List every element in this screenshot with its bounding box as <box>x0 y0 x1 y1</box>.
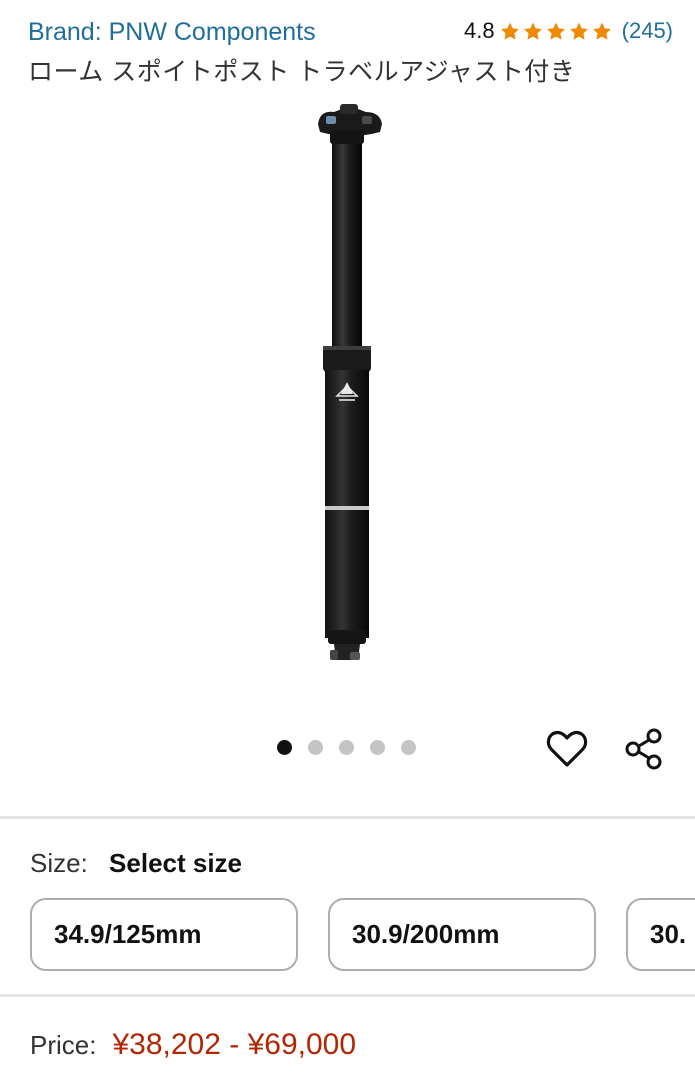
price-row: Price: ¥38,202 - ¥69,000 <box>30 1028 356 1062</box>
carousel-dot[interactable] <box>401 740 416 755</box>
carousel-dot[interactable] <box>277 740 292 755</box>
review-count[interactable]: (245) <box>622 18 673 44</box>
carousel-dot[interactable] <box>370 740 385 755</box>
star-icon <box>546 22 565 40</box>
rating-summary[interactable]: 4.8 (245) <box>464 18 673 44</box>
rating-value: 4.8 <box>464 18 495 43</box>
product-image[interactable] <box>290 100 410 670</box>
star-icon <box>500 22 519 40</box>
size-option[interactable]: 30. <box>626 898 695 971</box>
rating-stars <box>499 21 614 42</box>
product-detail-page: Brand: PNW Components 4.8 (245) ローム スポイト… <box>0 0 695 1080</box>
carousel-dot[interactable] <box>308 740 323 755</box>
wishlist-button[interactable] <box>543 725 591 773</box>
product-title: ローム スポイトポスト トラベルアジャスト付き <box>28 58 576 86</box>
star-icon <box>523 22 542 40</box>
size-option[interactable]: 30.9/200mm <box>328 898 596 971</box>
product-header: Brand: PNW Components 4.8 (245) <box>28 14 673 50</box>
size-selected-value: Select size <box>109 848 243 878</box>
size-selector-row: Size: Select size <box>30 848 242 879</box>
section-divider <box>0 816 695 819</box>
price-label: Price: <box>30 1030 97 1060</box>
heart-icon <box>546 730 588 767</box>
size-label: Size: <box>30 848 88 878</box>
size-options: 34.9/125mm 30.9/200mm 30. <box>30 898 695 974</box>
price-value: ¥38,202 - ¥69,000 <box>112 1028 357 1061</box>
share-button[interactable] <box>620 725 668 773</box>
brand-link[interactable]: Brand: PNW Components <box>28 18 316 47</box>
image-carousel-dots <box>277 740 432 755</box>
size-option[interactable]: 34.9/125mm <box>30 898 298 971</box>
carousel-dot[interactable] <box>339 740 354 755</box>
star-icon <box>592 22 611 40</box>
share-icon <box>625 728 662 770</box>
section-divider <box>0 994 695 997</box>
star-icon <box>569 22 588 40</box>
